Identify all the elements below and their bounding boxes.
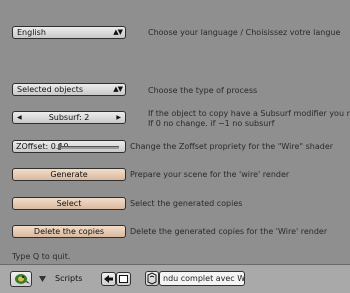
collapse-triangle-icon[interactable] xyxy=(38,275,47,283)
script-name-field[interactable]: ndu complet avec W xyxy=(159,271,245,286)
zoffset-slider-handle[interactable] xyxy=(58,144,61,150)
language-select[interactable]: English ▲▼ xyxy=(12,26,126,39)
process-description: Choose the type of process xyxy=(148,86,258,95)
left-arrow-icon xyxy=(104,275,113,283)
subsurf-number-field[interactable]: ◀ Subsurf: 2 ▶ xyxy=(12,111,126,124)
generate-button[interactable]: Generate xyxy=(12,168,126,181)
language-description: Choose your language / Choisissez votre … xyxy=(148,28,341,37)
generate-description: Prepare your scene for the 'wire' render xyxy=(130,170,290,179)
select-button[interactable]: Select xyxy=(12,197,126,210)
subsurf-description-line1: If the object to copy have a Subsurf mod… xyxy=(148,109,350,118)
subsurf-label: Subsurf: 2 xyxy=(48,113,90,122)
script-icon xyxy=(147,272,157,285)
python-icon xyxy=(15,274,30,284)
language-select-value: English xyxy=(17,28,46,37)
scripts-menu[interactable]: Scripts xyxy=(55,274,82,283)
back-arrow-button[interactable] xyxy=(101,272,116,286)
zoffset-slider[interactable]: ZOffset: 0.10 xyxy=(12,140,126,153)
zoffset-description: Change the Zoffset propriety for the "Wi… xyxy=(130,142,334,151)
process-type-select-value: Selected objects xyxy=(17,85,84,94)
updown-arrows-icon: ▲▼ xyxy=(113,85,123,93)
window-header: Scripts ndu complet avec W xyxy=(0,264,350,293)
decrement-arrow-icon[interactable]: ◀ xyxy=(17,112,22,123)
zoffset-slider-track xyxy=(58,146,119,149)
fullscreen-button[interactable] xyxy=(116,272,131,286)
window-icon xyxy=(119,275,128,283)
subsurf-description-line2: If 0 no change. if −1 no subsurf xyxy=(148,119,275,128)
increment-arrow-icon[interactable]: ▶ xyxy=(116,112,121,123)
select-description: Select the generated copies xyxy=(130,199,243,208)
window-type-button[interactable] xyxy=(10,271,32,287)
quit-hint: Type Q to quit. xyxy=(12,252,71,261)
script-panel: English ▲▼ Choose your language / Choisi… xyxy=(0,0,350,264)
delete-copies-description: Delete the generated copies for the 'Wir… xyxy=(130,227,328,236)
process-type-select[interactable]: Selected objects ▲▼ xyxy=(12,83,126,96)
updown-arrows-icon: ▲▼ xyxy=(113,28,123,36)
script-browse-button[interactable] xyxy=(145,271,159,286)
delete-copies-button[interactable]: Delete the copies xyxy=(12,225,126,238)
